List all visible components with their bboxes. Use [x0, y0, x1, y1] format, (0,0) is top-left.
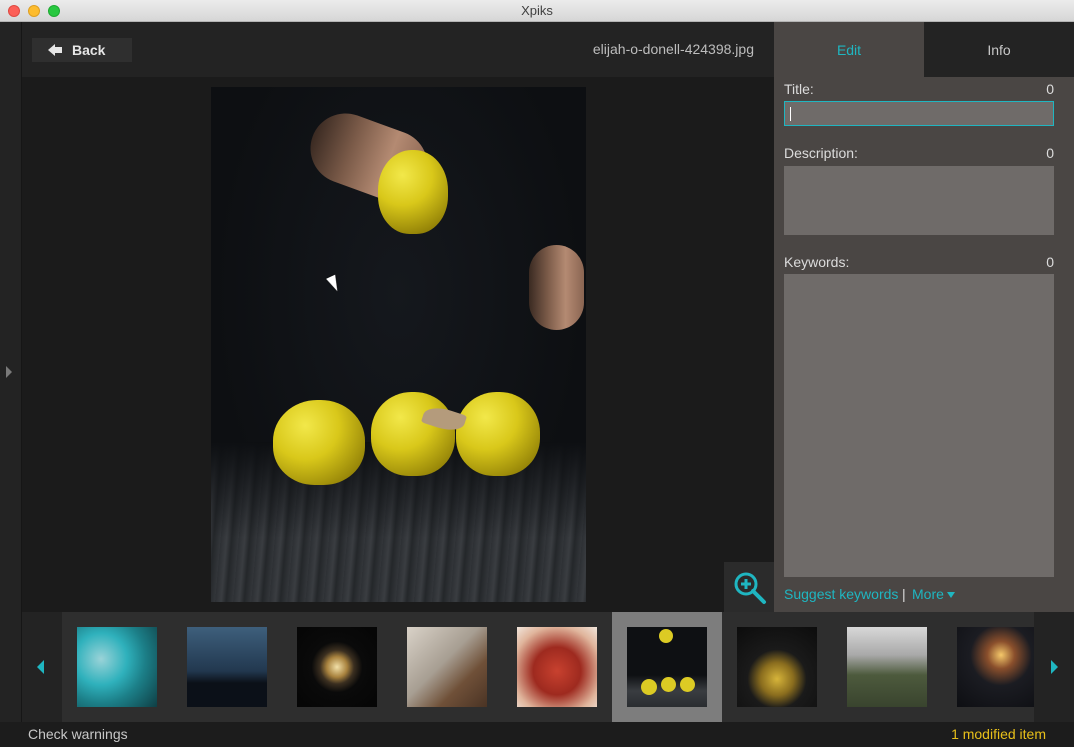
apple-middle [371, 392, 455, 476]
filmstrip [22, 612, 1074, 722]
filmstrip-prev-button[interactable] [22, 612, 62, 722]
more-label: More [912, 586, 944, 602]
description-input[interactable] [784, 166, 1054, 235]
keywords-input[interactable] [784, 274, 1054, 577]
thumbnail-image [957, 627, 1037, 707]
apple-left [273, 400, 365, 485]
window-titlebar: Xpiks [0, 0, 1074, 22]
chevron-left-icon [37, 660, 44, 674]
keywords-count: 0 [1046, 254, 1054, 270]
thumbnail-image [407, 627, 487, 707]
thumbnail-item[interactable] [722, 612, 832, 722]
thumbnail-image [517, 627, 597, 707]
image-filename: elijah-o-donell-424398.jpg [592, 41, 754, 57]
image-viewer[interactable] [22, 77, 774, 612]
thumbnail-image [737, 627, 817, 707]
panel-tabs: Edit Info [774, 22, 1074, 77]
thumbnail-item-selected[interactable] [612, 612, 722, 722]
filmstrip-next-button[interactable] [1034, 612, 1074, 722]
description-label: Description: [784, 145, 858, 161]
status-bar: Check warnings 1 modified item [0, 722, 1074, 747]
back-button[interactable]: Back [32, 38, 132, 62]
thumbnail-image [77, 627, 157, 707]
thumbnail-item[interactable] [62, 612, 172, 722]
thumbnail-image [187, 627, 267, 707]
back-arrow-icon [48, 44, 62, 56]
hand-lower [529, 245, 584, 330]
chevron-down-icon [946, 592, 955, 599]
preview-image[interactable] [211, 87, 586, 602]
keywords-label: Keywords: [784, 254, 850, 270]
preview-header: Back elijah-o-donell-424398.jpg [22, 22, 774, 77]
description-char-count: 0 [1046, 145, 1054, 161]
text-caret [790, 107, 791, 121]
left-collapsed-sidebar[interactable] [0, 22, 22, 722]
thumbnail-item[interactable] [832, 612, 942, 722]
chevron-right-icon [1051, 660, 1058, 674]
apple-in-hand [378, 150, 448, 234]
back-button-label: Back [72, 42, 106, 58]
thumbnail-item[interactable] [392, 612, 502, 722]
window-title: Xpiks [521, 3, 553, 18]
metadata-panel: Edit Info Title: 0 Description: 0 Keywor… [774, 22, 1074, 612]
modified-items-link[interactable]: 1 modified item [951, 726, 1046, 742]
suggest-keywords-link[interactable]: Suggest keywords [784, 586, 898, 602]
more-menu-button[interactable]: More [912, 586, 955, 602]
actions-separator: | [902, 586, 906, 602]
tab-info[interactable]: Info [924, 22, 1074, 77]
tab-edit[interactable]: Edit [774, 22, 924, 77]
apple-right [456, 392, 540, 476]
thumbnail-image [847, 627, 927, 707]
zoom-in-button[interactable] [724, 562, 774, 612]
thumbnail-item[interactable] [282, 612, 392, 722]
title-char-count: 0 [1046, 81, 1054, 97]
thumbnail-image [627, 627, 707, 707]
title-input[interactable] [784, 101, 1054, 126]
thumbnail-item[interactable] [502, 612, 612, 722]
title-label: Title: [784, 81, 814, 97]
zoom-in-icon [734, 572, 766, 604]
expand-sidebar-icon[interactable] [6, 366, 12, 378]
thumbnail-item[interactable] [172, 612, 282, 722]
check-warnings-link[interactable]: Check warnings [28, 726, 128, 742]
thumbnail-image [297, 627, 377, 707]
